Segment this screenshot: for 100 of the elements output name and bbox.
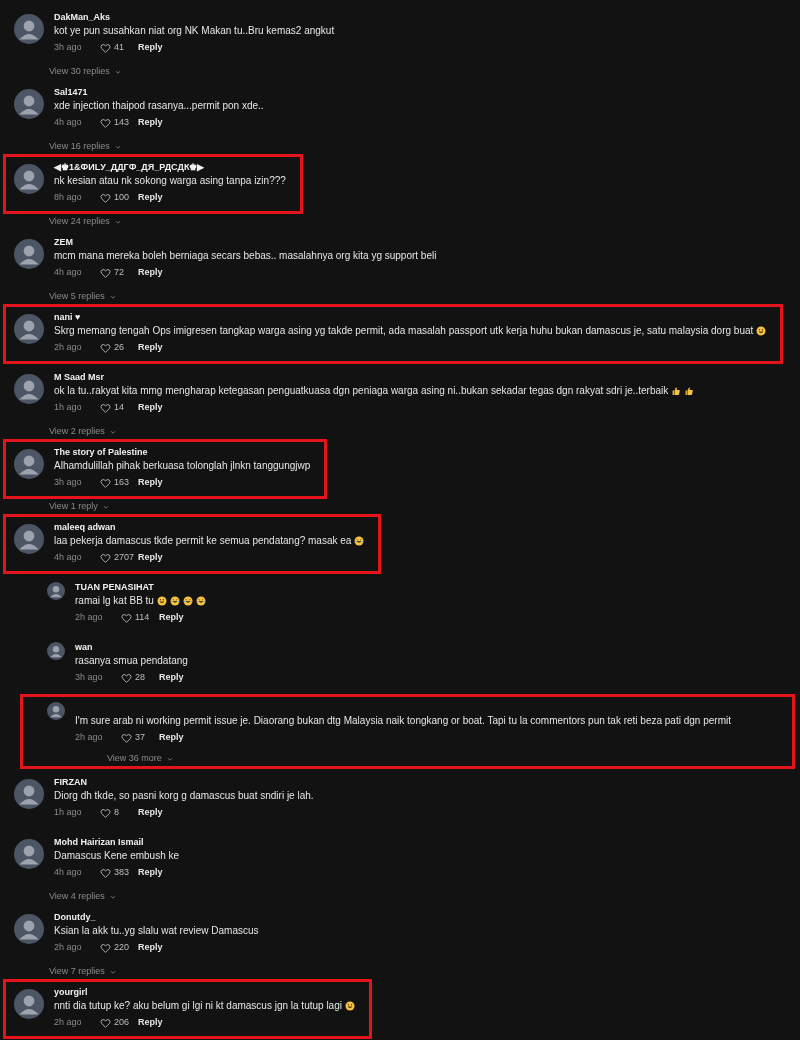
heart-icon[interactable] <box>100 192 111 204</box>
like-count: 28 <box>135 671 145 685</box>
reply-link[interactable]: Reply <box>138 866 163 880</box>
avatar-icon <box>14 914 44 944</box>
reply-link[interactable]: Reply <box>138 266 163 280</box>
reply-link[interactable]: Reply <box>138 116 163 130</box>
like-count: 100 <box>114 191 130 205</box>
comment-text: kot ye pun susahkan niat org NK Makan tu..Bru kemas2 angkut <box>54 24 335 38</box>
reply-link[interactable]: Reply <box>138 401 163 415</box>
view-replies-link[interactable]: View 5 replies <box>49 289 105 304</box>
reply-link[interactable]: Reply <box>159 731 184 745</box>
comment-text: Diorg dh tkde, so pasni korg g damascus buat sndiri je lah. <box>54 789 314 803</box>
avatar-icon <box>47 582 65 600</box>
heart-icon[interactable] <box>100 42 111 54</box>
heart-icon[interactable] <box>121 732 132 744</box>
reply-link[interactable]: Reply <box>138 806 163 820</box>
avatar-icon <box>14 239 44 269</box>
reply-link[interactable]: Reply <box>138 341 163 355</box>
heart-icon[interactable] <box>100 807 111 819</box>
timestamp: 4h ago <box>54 266 83 280</box>
view-replies-link[interactable]: View 2 replies <box>49 424 105 439</box>
avatar-icon <box>14 449 44 479</box>
comment-text: ok la tu..rakyat kita mmg mengharap ketegasan penguatkuasa dgn peniaga warga asing ni..bukan sekadar tegas dgn rakyat sdri je..terbaik <box>54 384 669 398</box>
like-count: 163 <box>114 476 130 490</box>
timestamp: 4h ago <box>54 866 83 880</box>
timestamp: 2h ago <box>75 731 104 745</box>
heart-icon[interactable] <box>121 612 132 624</box>
username: The story of Palestine <box>54 446 149 458</box>
comment-text: I'm sure arab ni working permit issue je. Diaorang bukan dtg Malaysia naik tongkang or boat. Tapi tu la commentors pun tak reti beza pati dgn permit <box>75 714 731 728</box>
like-count: 72 <box>114 266 124 280</box>
like-count: 26 <box>114 341 124 355</box>
like-count: 8 <box>114 806 119 820</box>
reply-link[interactable]: Reply <box>159 671 184 685</box>
username: Donutdy_ <box>54 911 97 923</box>
laughing-face-icon <box>169 596 180 606</box>
comment-text: nk kesian atau nk sokong warga asing tanpa izin??? <box>54 174 286 188</box>
view-replies-link[interactable]: View 30 replies <box>49 64 110 79</box>
timestamp: 3h ago <box>75 671 104 685</box>
timestamp: 1h ago <box>54 806 83 820</box>
view-replies-link[interactable]: View 7 replies <box>49 964 105 979</box>
heart-icon[interactable] <box>100 1017 111 1029</box>
view-replies-link[interactable]: View 4 replies <box>49 889 105 904</box>
reply-link[interactable]: Reply <box>138 551 163 565</box>
view-replies-link[interactable]: View 24 replies <box>49 214 110 229</box>
username: Sal1471 <box>54 86 89 98</box>
username: nani ♥ <box>54 311 82 323</box>
avatar-icon <box>14 779 44 809</box>
thumbs-up-icon <box>671 386 682 396</box>
comment-text: rasanya smua pendatang <box>75 654 188 668</box>
username: M Saad Msr <box>54 371 105 383</box>
laughing-face-icon <box>182 596 193 606</box>
heart-icon[interactable] <box>100 402 111 414</box>
comment-text: ramai lg kat BB tu <box>75 594 154 608</box>
view-replies-link[interactable]: View 16 replies <box>49 139 110 154</box>
comment-text: xde injection thaipod rasanya...permit pon xde.. <box>54 99 264 113</box>
reply-link[interactable]: Reply <box>138 1016 163 1030</box>
heart-icon[interactable] <box>100 552 111 564</box>
comment-text: Alhamdulillah pihak berkuasa tolonglah jlnkn tanggungjwp <box>54 459 311 473</box>
view-replies-link[interactable]: View 1 reply <box>49 499 98 514</box>
reply-link[interactable]: Reply <box>138 476 163 490</box>
comment-text: Skrg memang tengah Ops imigresen tangkap warga asing yg takde permit, ada masalah passport utk kerja huhu bukan damascus je, satu malaysia dorg buat <box>54 324 754 338</box>
reply-link[interactable]: Reply <box>138 941 163 955</box>
username: yourgirl <box>54 986 89 998</box>
avatar-icon <box>14 164 44 194</box>
username: TUAN PENASIHAT <box>75 581 155 593</box>
timestamp: 2h ago <box>54 341 83 355</box>
like-count: 114 <box>135 611 150 625</box>
timestamp: 8h ago <box>54 191 83 205</box>
heart-icon[interactable] <box>121 672 132 684</box>
comment-text: mcm mana mereka boleh berniaga secars bebas.. masalahnya org kita yg support beli <box>54 249 437 263</box>
avatar-icon <box>14 374 44 404</box>
avatar-icon <box>47 642 65 660</box>
thumbs-up-icon <box>684 386 695 396</box>
comment-text: Ksian la akk tu..yg slalu wat review Damascus <box>54 924 259 938</box>
reply-link[interactable]: Reply <box>138 41 163 55</box>
like-count: 41 <box>114 41 124 55</box>
avatar-icon <box>14 989 44 1019</box>
heart-icon[interactable] <box>100 477 111 489</box>
heart-icon[interactable] <box>100 267 111 279</box>
heart-icon[interactable] <box>100 942 111 954</box>
username: ZEM <box>54 236 74 248</box>
reply-link[interactable]: Reply <box>159 611 184 625</box>
like-count: 14 <box>114 401 124 415</box>
view-replies-link[interactable]: View 36 more <box>107 751 162 766</box>
like-count: 206 <box>114 1016 130 1030</box>
avatar-icon <box>14 89 44 119</box>
username: ◀♚1&ФИLУ_ДДГФ_ДЯ_РДСДК♚▶ <box>54 161 206 173</box>
laughing-face-icon <box>354 536 365 546</box>
like-count: 383 <box>114 866 130 880</box>
timestamp: 3h ago <box>54 41 83 55</box>
like-count: 143 <box>114 116 130 130</box>
timestamp: 1h ago <box>54 401 83 415</box>
username: DakMan_Aks <box>54 11 112 23</box>
heart-icon[interactable] <box>100 117 111 129</box>
heart-icon[interactable] <box>100 342 111 354</box>
heart-icon[interactable] <box>100 867 111 879</box>
reply-link[interactable]: Reply <box>138 191 163 205</box>
username: maleeq adwan <box>54 521 117 533</box>
like-count: 220 <box>114 941 130 955</box>
comment-text: Damascus Kene embush ke <box>54 849 180 863</box>
